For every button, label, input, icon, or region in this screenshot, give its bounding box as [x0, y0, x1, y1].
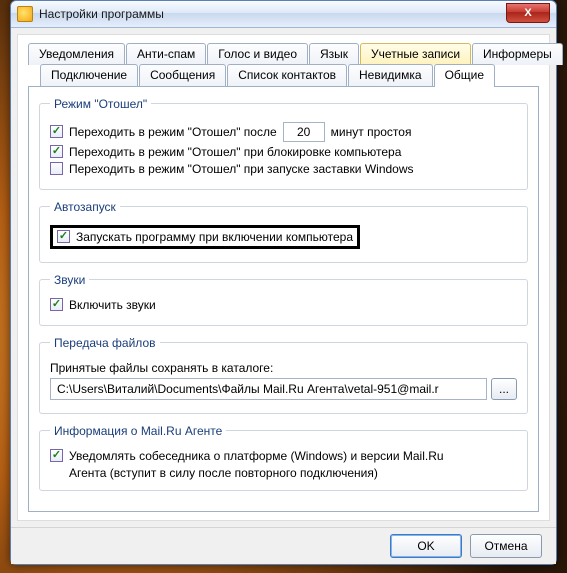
tab-row2-3[interactable]: Невидимка: [348, 64, 433, 87]
checkbox-info[interactable]: ✓: [50, 449, 63, 462]
label-info-line2: Агента (вступит в силу после повторного …: [69, 466, 517, 480]
label-away-suffix: минут простоя: [331, 125, 412, 139]
group-info: Информация о Mail.Ru Агенте ✓ Уведомлять…: [39, 424, 528, 491]
window-title: Настройки программы: [39, 7, 164, 21]
checkbox-autostart[interactable]: ✓: [57, 230, 70, 243]
group-files: Передача файлов Принятые файлы сохранять…: [39, 336, 528, 414]
tab-row2-1[interactable]: Сообщения: [139, 64, 226, 87]
group-away-legend: Режим "Отошел": [50, 97, 151, 111]
tab-row1-0[interactable]: Уведомления: [28, 43, 125, 65]
ok-button[interactable]: OK: [390, 534, 462, 558]
client-area: УведомленияАнти-спамГолос и видеоЯзыкУче…: [17, 34, 550, 521]
label-away-after: Переходить в режим "Отошел" после: [69, 125, 277, 139]
tabs-row-2: ПодключениеСообщенияСписок контактовНеви…: [28, 64, 539, 87]
label-away-screensaver: Переходить в режим "Отошел" при запуске …: [69, 162, 414, 176]
label-info-line1: Уведомлять собеседника о платформе (Wind…: [69, 449, 444, 463]
tab-row1-3[interactable]: Язык: [309, 43, 359, 65]
tab-row1-4[interactable]: Учетные записи: [360, 43, 471, 65]
settings-dialog: Настройки программы X УведомленияАнти-сп…: [10, 0, 557, 565]
tab-row2-2[interactable]: Список контактов: [227, 64, 347, 87]
tab-row2-4[interactable]: Общие: [434, 64, 495, 87]
group-autostart: Автозапуск ✓ Запускать программу при вкл…: [39, 200, 528, 263]
input-away-minutes[interactable]: [283, 122, 325, 142]
tab-row1-2[interactable]: Голос и видео: [207, 43, 308, 65]
close-button[interactable]: X: [506, 3, 550, 23]
cancel-button[interactable]: Отмена: [470, 534, 542, 558]
label-sounds: Включить звуки: [69, 298, 156, 312]
tab-panel-general: Режим "Отошел" ✓ Переходить в режим "Ото…: [28, 86, 539, 512]
highlight-autostart: ✓ Запускать программу при включении комп…: [50, 225, 360, 249]
label-autostart: Запускать программу при включении компью…: [76, 230, 353, 244]
group-files-legend: Передача файлов: [50, 336, 160, 350]
input-files-path[interactable]: [50, 378, 487, 400]
app-icon: [17, 6, 33, 22]
titlebar[interactable]: Настройки программы X: [11, 1, 556, 28]
group-sounds-legend: Звуки: [50, 273, 89, 287]
browse-button[interactable]: ...: [491, 378, 517, 400]
label-away-lock: Переходить в режим "Отошел" при блокиров…: [69, 145, 401, 159]
tabs-row-1: УведомленияАнти-спамГолос и видеоЯзыкУче…: [28, 43, 539, 65]
checkbox-away-after[interactable]: ✓: [50, 125, 63, 138]
group-away: Режим "Отошел" ✓ Переходить в режим "Ото…: [39, 97, 528, 190]
label-files-caption: Принятые файлы сохранять в каталоге:: [50, 361, 273, 375]
tab-row2-0[interactable]: Подключение: [40, 64, 138, 87]
group-info-legend: Информация о Mail.Ru Агенте: [50, 424, 226, 438]
tab-row1-1[interactable]: Анти-спам: [126, 43, 206, 65]
group-autostart-legend: Автозапуск: [50, 200, 120, 214]
checkbox-away-lock[interactable]: ✓: [50, 145, 63, 158]
tab-row1-5[interactable]: Информеры: [472, 43, 563, 65]
checkbox-sounds[interactable]: ✓: [50, 298, 63, 311]
dialog-footer: OK Отмена: [11, 527, 556, 564]
group-sounds: Звуки ✓ Включить звуки: [39, 273, 528, 326]
checkbox-away-screensaver[interactable]: ✓: [50, 162, 63, 175]
